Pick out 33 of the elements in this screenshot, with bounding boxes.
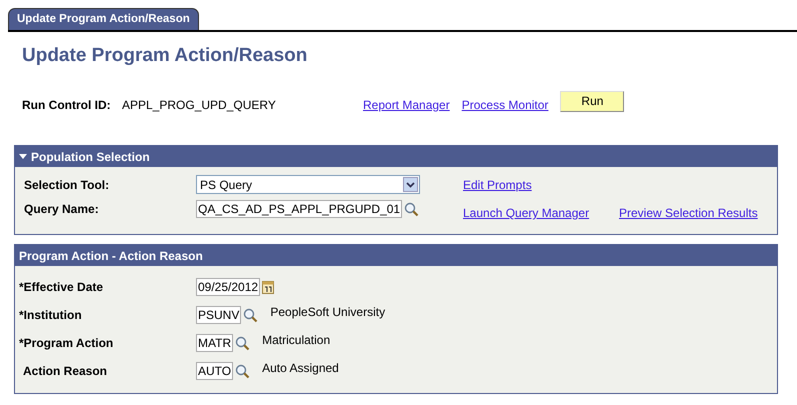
section-title: Program Action - Action Reason	[19, 248, 203, 262]
link[interactable]: Launch Query Manager	[463, 206, 619, 220]
field-label: *Effective Date	[19, 279, 104, 296]
section-header[interactable]: Population Selection	[15, 146, 777, 167]
link[interactable]: Process Monitor	[462, 98, 548, 112]
field-label: *Institution	[19, 307, 83, 324]
field-description: PeopleSoft University	[270, 305, 386, 319]
link[interactable]: Report Manager	[363, 98, 450, 112]
search-icon[interactable]	[243, 308, 258, 322]
field-label: Run Control ID:	[22, 98, 112, 112]
input-field[interactable]: PSUNV	[196, 306, 242, 324]
field-value: APPL_PROG_UPD_QUERY	[122, 98, 277, 112]
search-icon[interactable]	[235, 336, 250, 350]
link[interactable]: Preview Selection Results	[619, 206, 777, 220]
search-icon[interactable]	[404, 202, 420, 216]
page-title: Update Program Action/Reason	[22, 45, 308, 67]
field-description: Matriculation	[262, 333, 330, 347]
run-button[interactable]: Run	[560, 90, 624, 112]
field-label: Action Reason	[22, 363, 108, 380]
link[interactable]: Edit Prompts	[463, 178, 619, 192]
date-field[interactable]: 09/25/2012	[196, 278, 260, 296]
input-field[interactable]: AUTO	[196, 362, 234, 380]
search-icon[interactable]	[235, 364, 250, 378]
calendar-icon[interactable]	[262, 280, 274, 294]
input-field[interactable]: QA_CS_AD_PS_APPL_PRGUPD_01	[196, 200, 402, 218]
field-label: Query Name:	[24, 202, 100, 216]
field-label: *Program Action	[19, 335, 114, 352]
input-field[interactable]: MATR	[196, 334, 234, 352]
field-label: Selection Tool:	[24, 178, 110, 192]
section-title: Population Selection	[31, 150, 150, 164]
page-tab[interactable]: Update Program Action/Reason	[8, 8, 199, 30]
selection-dropdown[interactable]: PS Query	[196, 175, 420, 194]
field-description: Auto Assigned	[262, 361, 339, 375]
